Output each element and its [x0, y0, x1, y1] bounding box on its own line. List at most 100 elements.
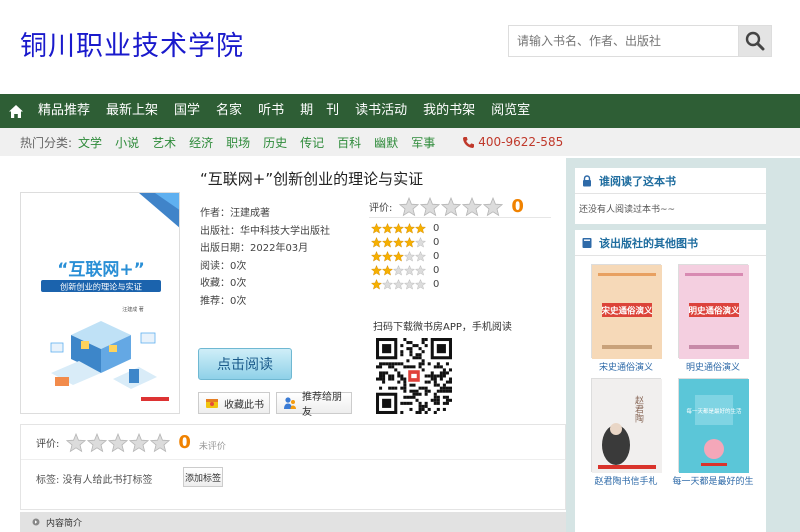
favorite-label: 收藏此书 — [224, 399, 264, 411]
rating-score: 0 — [511, 196, 524, 217]
review-status: 未评价 — [198, 442, 226, 452]
read-button[interactable]: 点击阅读 — [198, 348, 292, 380]
nav-item[interactable]: 阅览室 — [483, 94, 538, 128]
category-link[interactable]: 经济 — [189, 134, 213, 151]
star-icon — [415, 279, 426, 290]
review-score: 0 — [178, 432, 191, 453]
intro-bar[interactable]: 内容简介 — [20, 512, 566, 532]
mini-book-title[interactable]: 明史通俗演义 — [678, 360, 748, 373]
phone-number: 400-9622-585 — [478, 135, 564, 149]
author: 作者：汪建成著 — [200, 208, 270, 219]
star-icon — [371, 265, 382, 276]
category-link[interactable]: 艺术 — [152, 134, 176, 151]
search-input[interactable] — [508, 25, 738, 57]
site-title[interactable]: 铜川职业技术学院 — [20, 24, 244, 63]
nav-item[interactable]: 我的书架 — [415, 94, 483, 128]
star-icon — [393, 279, 404, 290]
rating-row-count: 0 — [433, 222, 440, 234]
book-icon — [582, 237, 592, 248]
rating-row: 0 — [371, 278, 551, 292]
book-info: 作者：汪建成著 出版社：华中科技大学出版社 出版日期：2022年03月 阅读：0… — [200, 204, 330, 309]
header: 铜川职业技术学院 — [0, 0, 800, 94]
star-icon — [66, 432, 87, 452]
favorite-button[interactable]: 收藏此书 — [198, 392, 270, 414]
star-icon — [382, 250, 393, 262]
star-icon — [404, 236, 415, 248]
mini-book-cover[interactable]: 明史通俗演义 — [678, 264, 749, 359]
mini-book-title[interactable]: 每一天都是最好的生 — [670, 474, 756, 487]
phone-contact: 400-9622-585 — [462, 135, 563, 149]
star-icon — [393, 250, 404, 262]
book-title: “互联网+”创新创业的理论与实证 — [200, 170, 424, 188]
star-icon — [382, 279, 393, 290]
mini-cover-text: 明史通俗演义 — [688, 306, 740, 317]
category-link[interactable]: 幽默 — [374, 134, 398, 151]
star-icon — [382, 236, 393, 248]
mini-book-cover[interactable]: 赵君陶 — [591, 378, 662, 473]
category-link[interactable]: 文学 — [78, 134, 102, 151]
star-icon — [393, 265, 404, 276]
search-button[interactable] — [738, 25, 772, 57]
sidebar: 谁阅读了这本书 还没有人阅读过本书~~ 该出版社的其他图书 宋史通俗演义 宋史通… — [566, 158, 800, 532]
read-count: 阅读：0次 — [200, 260, 247, 272]
other-books-title: 该出版社的其他图书 — [599, 236, 698, 250]
nav-item[interactable]: 最新上架 — [98, 94, 166, 128]
qr-code-image — [376, 338, 452, 414]
who-read-empty: 还没有人阅读过本书~~ — [579, 205, 676, 215]
rating-row-count: 0 — [433, 250, 440, 262]
who-read-title: 谁阅读了这本书 — [599, 174, 676, 188]
phone-icon — [463, 136, 475, 148]
qr-label: 扫码下载微书房APP，手机阅读 — [373, 322, 512, 333]
nav-item[interactable]: 精品推荐 — [30, 94, 98, 128]
mini-book-cover[interactable]: 宋史通俗演义 — [591, 264, 662, 359]
category-link[interactable]: 军事 — [411, 134, 435, 151]
recommend-button[interactable]: 推荐给朋友 — [276, 392, 352, 418]
star-icon — [382, 222, 393, 234]
review-stars[interactable] — [65, 432, 171, 453]
nav-item[interactable]: 期 刊 — [292, 94, 347, 128]
nav-item[interactable]: 国学 — [166, 94, 208, 128]
chevron-icon — [32, 518, 40, 526]
rating-row: 0 — [371, 235, 551, 249]
nav-item[interactable]: 听书 — [250, 94, 292, 128]
favorite-count: 收藏：0次 — [200, 278, 247, 289]
rating-row: 0 — [371, 264, 551, 278]
star-icon — [404, 250, 415, 262]
cover-subtitle: 创新创业的理论与实证 — [60, 282, 142, 292]
nav-item[interactable]: 读书活动 — [347, 94, 415, 128]
star-icon — [404, 222, 415, 234]
star-icon — [420, 196, 441, 216]
category-link[interactable]: 历史 — [263, 134, 287, 151]
lock-icon — [583, 174, 591, 186]
book-cover: “互联网+” 创新创业的理论与实证 汪建成 著 — [20, 192, 180, 414]
category-link[interactable]: 小说 — [115, 134, 139, 151]
rating-row-count: 0 — [433, 236, 440, 248]
cover-author: 汪建成 著 — [122, 306, 144, 313]
star-icon — [371, 250, 382, 262]
star-icon — [462, 196, 483, 216]
favorite-icon — [206, 399, 218, 408]
publish-date: 出版日期：2022年03月 — [200, 243, 309, 254]
star-icon — [150, 432, 171, 452]
star-icon — [483, 196, 504, 216]
mini-book-title[interactable]: 赵君陶书信手札 — [586, 474, 666, 487]
rating-row-count: 0 — [433, 279, 440, 291]
mini-book-cover[interactable]: 每一天都是最好的生活 — [678, 378, 749, 473]
star-icon — [415, 236, 426, 248]
mini-book-title[interactable]: 宋史通俗演义 — [591, 360, 661, 373]
add-tag-button[interactable]: 添加标签 — [183, 467, 223, 487]
star-icon — [415, 222, 426, 234]
rating-breakdown: 0 0 0 0 0 — [369, 221, 551, 292]
category-link[interactable]: 职场 — [226, 134, 250, 151]
home-button[interactable] — [2, 94, 30, 128]
nav-item[interactable]: 名家 — [208, 94, 250, 128]
rating-stars[interactable] — [398, 196, 504, 217]
category-link[interactable]: 传记 — [300, 134, 324, 151]
star-icon — [399, 196, 420, 216]
review-box: 评价: 0 未评价 标签: 没有人给此书打标签 添加标签 — [20, 424, 566, 510]
recommend-icon — [284, 397, 296, 409]
category-bar: 热门分类: 文学 小说 艺术 经济 职场 历史 传记 百科 幽默 军事 400-… — [0, 128, 800, 156]
home-icon — [9, 104, 23, 118]
category-link[interactable]: 百科 — [337, 134, 361, 151]
star-icon — [404, 265, 415, 276]
